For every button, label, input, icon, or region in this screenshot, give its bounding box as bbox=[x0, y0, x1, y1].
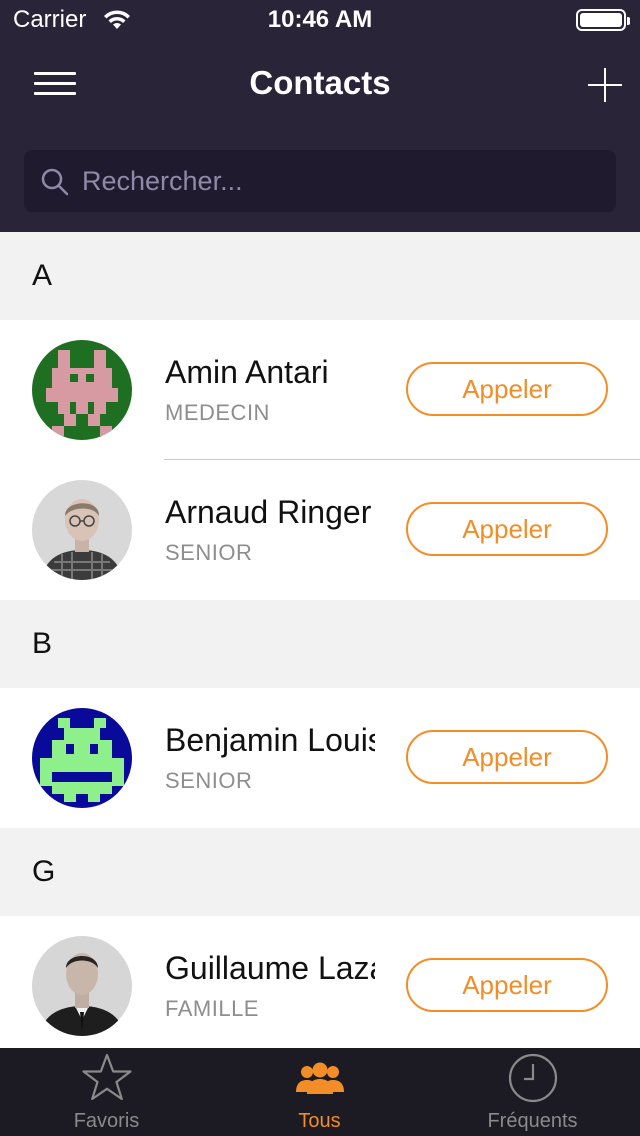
tab-favoris[interactable]: Favoris bbox=[0, 1048, 213, 1136]
search-bar[interactable] bbox=[24, 150, 616, 212]
contact-role: SENIOR bbox=[165, 540, 253, 565]
avatar bbox=[32, 936, 132, 1036]
status-bar: Carrier 10:46 AM bbox=[0, 0, 640, 40]
section-header-a: A bbox=[0, 232, 640, 320]
avatar bbox=[32, 708, 132, 808]
avatar bbox=[32, 480, 132, 580]
section-header-b: B bbox=[0, 600, 640, 688]
pixel-invader-avatar-icon bbox=[32, 340, 132, 440]
contact-row[interactable]: Amin Antari MEDECIN Appeler bbox=[0, 320, 640, 460]
tab-label: Favoris bbox=[73, 1110, 140, 1132]
battery-icon bbox=[576, 9, 630, 31]
contact-row[interactable]: Arnaud Ringer SENIOR Appeler bbox=[0, 460, 640, 600]
star-icon bbox=[81, 1053, 132, 1101]
tab-label: Fréquents bbox=[487, 1110, 578, 1132]
contact-row[interactable]: Guillaume Lazard FAMILLE Appeler bbox=[0, 916, 640, 1048]
tab-frequents[interactable]: Fréquents bbox=[426, 1048, 639, 1136]
call-button[interactable]: Appeler bbox=[406, 502, 608, 556]
contact-name: Amin Antari bbox=[165, 354, 329, 390]
person-photo-icon bbox=[32, 936, 132, 1036]
person-photo-icon bbox=[32, 480, 132, 580]
page-title: Contacts bbox=[249, 64, 391, 101]
avatar bbox=[32, 340, 132, 440]
call-button[interactable]: Appeler bbox=[406, 730, 608, 784]
contact-name: Benjamin Louis bbox=[165, 722, 375, 758]
contact-role: SENIOR bbox=[165, 768, 253, 793]
contact-name: Arnaud Ringer bbox=[165, 494, 372, 530]
tab-tous[interactable]: Tous bbox=[213, 1048, 426, 1136]
contact-role: FAMILLE bbox=[165, 996, 259, 1021]
contact-name: Guillaume Lazard bbox=[165, 950, 375, 986]
section-header-g: G bbox=[0, 828, 640, 916]
call-button[interactable]: Appeler bbox=[406, 958, 608, 1012]
tab-bar: Favoris Tous Fréquents bbox=[0, 1048, 640, 1136]
navigation-header: Carrier 10:46 AM Contacts bbox=[0, 0, 640, 232]
search-icon bbox=[41, 168, 69, 196]
contact-role: MEDECIN bbox=[165, 400, 270, 425]
pixel-invader-avatar-icon bbox=[32, 708, 132, 808]
tab-label: Tous bbox=[298, 1110, 341, 1132]
group-icon bbox=[295, 1062, 344, 1094]
contact-row[interactable]: Benjamin Louis SENIOR Appeler bbox=[0, 688, 640, 828]
status-time: 10:46 AM bbox=[267, 6, 373, 33]
contact-list[interactable]: A Amin Antari MEDECIN Appeler Arnaud Rin… bbox=[0, 232, 640, 1048]
call-button[interactable]: Appeler bbox=[406, 362, 608, 416]
add-contact-button[interactable] bbox=[586, 66, 624, 104]
clock-icon bbox=[508, 1053, 557, 1103]
search-input[interactable] bbox=[82, 160, 602, 202]
